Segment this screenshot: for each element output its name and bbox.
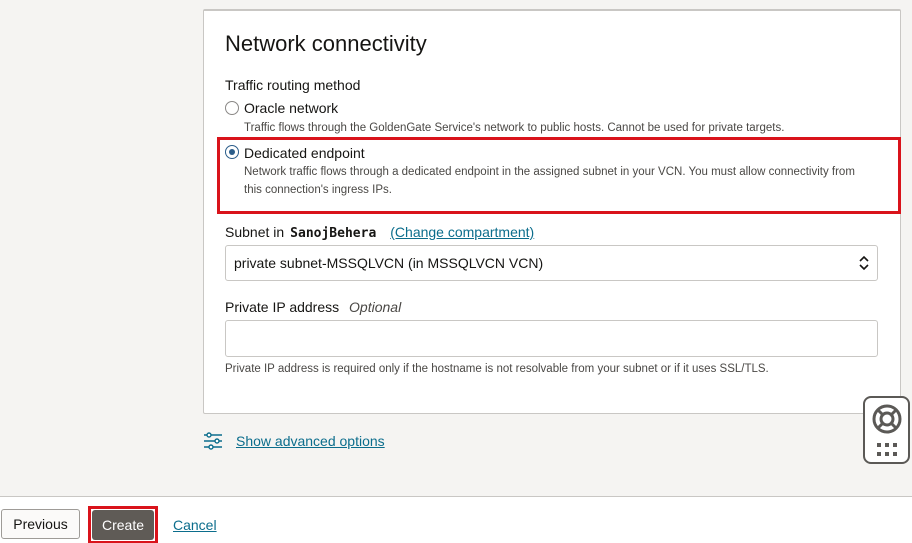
show-advanced-options-link[interactable]: Show advanced options <box>236 433 385 449</box>
lifebuoy-icon[interactable] <box>871 403 903 435</box>
create-button[interactable]: Create <box>92 510 154 540</box>
compartment-name: SanojBehera <box>290 226 377 241</box>
subnet-select-value: private subnet-MSSQLVCN (in MSSQLVCN VCN… <box>234 255 544 271</box>
dedicated-endpoint-label[interactable]: Dedicated endpoint <box>244 145 365 161</box>
dedicated-endpoint-description-line2: this connection's ingress IPs. <box>244 184 392 196</box>
cancel-link[interactable]: Cancel <box>173 517 217 533</box>
settings-sliders-icon <box>204 432 222 450</box>
private-ip-input[interactable] <box>225 320 878 357</box>
optional-tag: Optional <box>349 299 402 315</box>
private-ip-label-row: Private IP address Optional <box>225 299 401 315</box>
grid-dots-icon[interactable] <box>876 442 898 458</box>
traffic-routing-label: Traffic routing method <box>225 77 361 93</box>
change-compartment-link[interactable]: (Change compartment) <box>390 224 534 240</box>
help-widget[interactable] <box>863 396 910 464</box>
advanced-options-row[interactable]: Show advanced options <box>203 430 385 452</box>
dedicated-endpoint-radio[interactable] <box>225 145 239 159</box>
subnet-select[interactable]: private subnet-MSSQLVCN (in MSSQLVCN VCN… <box>225 245 878 281</box>
oracle-network-label[interactable]: Oracle network <box>244 100 338 116</box>
section-title: Network connectivity <box>225 31 427 56</box>
private-ip-help: Private IP address is required only if t… <box>225 363 769 375</box>
previous-button[interactable]: Previous <box>1 509 80 539</box>
oracle-network-radio[interactable] <box>225 101 239 115</box>
dedicated-endpoint-description-line1: Network traffic flows through a dedicate… <box>244 166 855 178</box>
subnet-label-row: Subnet in SanojBehera (Change compartmen… <box>225 224 534 241</box>
private-ip-label: Private IP address <box>225 299 340 315</box>
footer-bar: Previous Create Cancel <box>0 496 912 543</box>
subnet-label: Subnet in <box>225 224 285 240</box>
updown-chevron-icon <box>859 255 869 271</box>
oracle-network-description: Traffic flows through the GoldenGate Ser… <box>244 122 785 134</box>
